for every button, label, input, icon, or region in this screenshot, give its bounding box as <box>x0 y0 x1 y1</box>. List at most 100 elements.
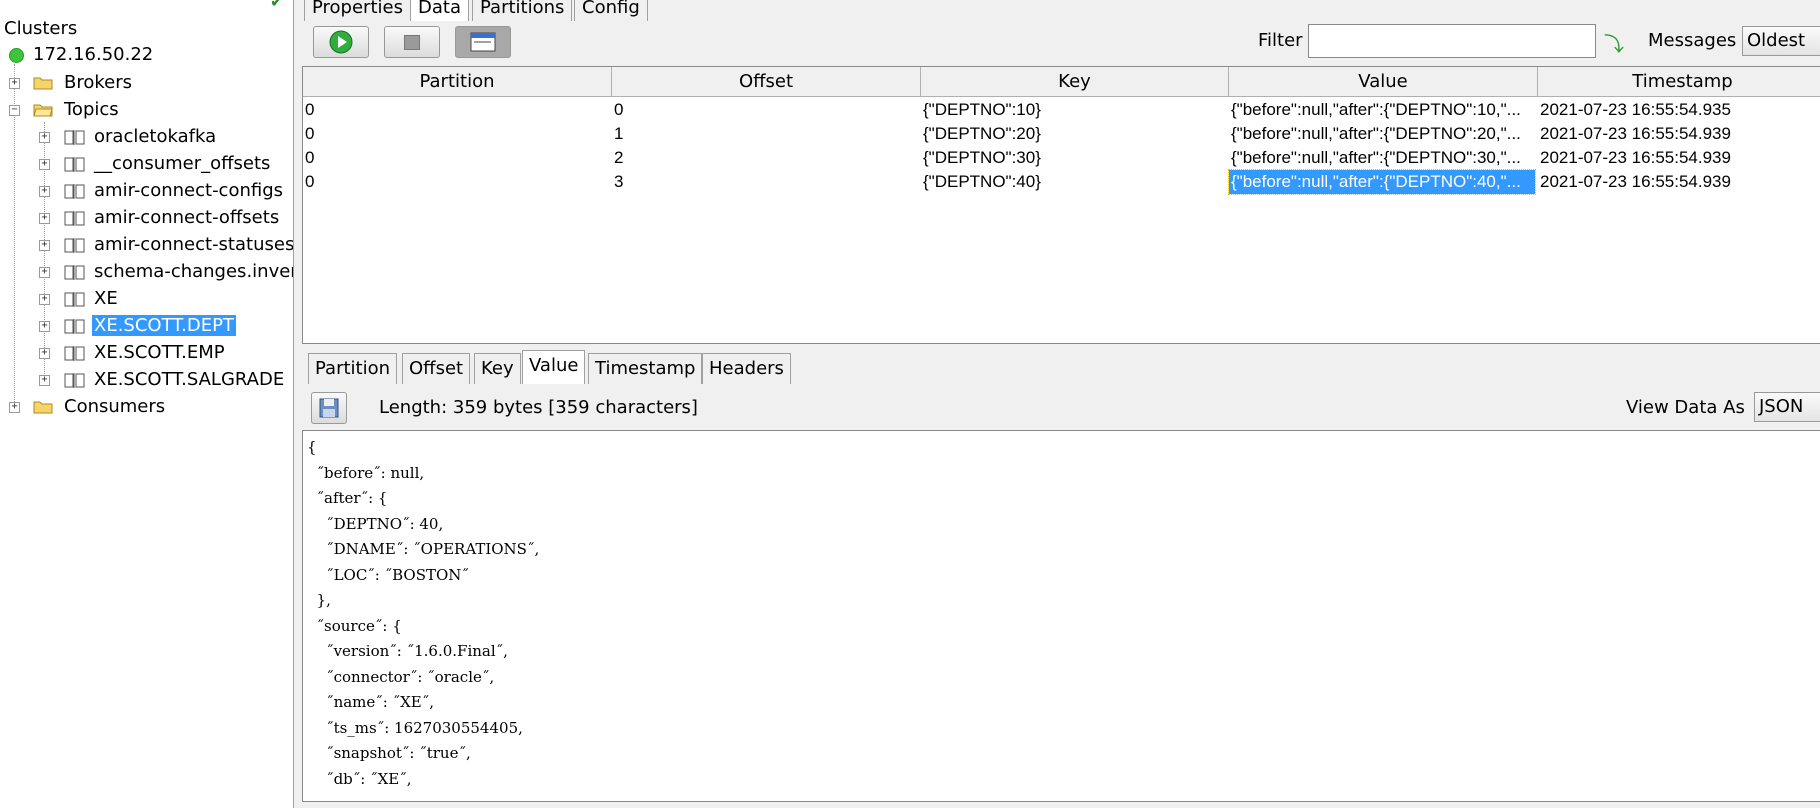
messages-table: Partition Offset Key Value Timestamp 0 0… <box>302 66 1820 344</box>
json-line: }, <box>307 591 331 609</box>
stop-button[interactable] <box>384 26 440 58</box>
topic-book-icon <box>64 265 85 280</box>
tree-item-topics[interactable]: Topics <box>64 97 119 123</box>
tree-item-topic[interactable]: XE.SCOTT.EMP <box>94 340 225 366</box>
json-line: ˝name˝: ˝XE˝, <box>307 693 434 711</box>
topic-book-icon <box>64 292 85 307</box>
tree-item-topic[interactable]: amir-connect-offsets <box>94 205 279 231</box>
tree-item-topic[interactable]: XE <box>94 286 118 312</box>
stop-icon <box>404 35 420 50</box>
expand-icon[interactable]: + <box>39 321 50 332</box>
cell-timestamp: 2021-07-23 16:55:54.939 <box>1540 124 1731 143</box>
save-button[interactable] <box>311 392 347 424</box>
tree-item-cluster[interactable]: 172.16.50.22 <box>33 42 153 68</box>
start-button[interactable] <box>313 26 369 58</box>
folder-icon <box>33 77 53 90</box>
cell-key: {"DEPTNO":40} <box>923 172 1041 191</box>
json-line: ˝DEPTNO˝: 40, <box>307 514 444 533</box>
tree-item-consumers[interactable]: Consumers <box>64 394 165 420</box>
cell-value: {"before":null,"after":{"DEPTNO":30,"... <box>1231 148 1521 167</box>
tree-item-topic-selected[interactable]: XE.SCOTT.DEPT <box>92 313 236 339</box>
cell-key: {"DEPTNO":30} <box>923 148 1041 167</box>
tree-item-topic[interactable]: amir-connect-configs <box>94 178 283 204</box>
tree-item-label: XE.SCOTT.DEPT <box>92 315 236 336</box>
cell-timestamp: 2021-07-23 16:55:54.935 <box>1540 100 1731 119</box>
column-header-value[interactable]: Value <box>1229 67 1538 97</box>
column-header-offset[interactable]: Offset <box>612 67 921 97</box>
topic-book-icon <box>64 346 85 361</box>
tree-item-topic[interactable]: XE.SCOTT.SALGRADE <box>94 367 284 393</box>
json-line: ˝ts_ms˝: 1627030554405, <box>307 718 523 737</box>
cell-value: {"before":null,"after":{"DEPTNO":20,"... <box>1231 124 1521 143</box>
chevron-down-icon[interactable]: ✔ <box>270 0 283 11</box>
tab-properties[interactable]: Properties <box>304 0 411 21</box>
expand-icon[interactable]: + <box>39 267 50 278</box>
tab-partition[interactable]: Partition <box>308 353 398 384</box>
cell-offset: 0 <box>614 100 624 119</box>
expand-icon[interactable]: + <box>39 159 50 170</box>
tree-item-topic[interactable]: __consumer_offsets <box>94 151 270 177</box>
tree-item-topic[interactable]: oracletokafka <box>94 124 216 150</box>
json-line: ˝before˝: null, <box>307 463 425 482</box>
expand-icon[interactable]: + <box>39 186 50 197</box>
expand-icon[interactable]: + <box>39 132 50 143</box>
folder-open-icon <box>33 104 53 117</box>
topic-book-icon <box>64 238 85 253</box>
expand-icon[interactable]: + <box>39 240 50 251</box>
expand-icon[interactable]: + <box>39 348 50 359</box>
cell-timestamp: 2021-07-23 16:55:54.939 <box>1540 148 1731 167</box>
expand-icon[interactable]: + <box>9 402 20 413</box>
json-line: ˝version˝: ˝1.6.0.Final˝, <box>307 642 508 660</box>
json-line: ˝snapshot˝: ˝true˝, <box>307 744 471 762</box>
tab-partitions[interactable]: Partitions <box>472 0 573 21</box>
filter-label: Filter <box>1258 30 1303 51</box>
view-toggle-button[interactable] <box>455 26 511 58</box>
cell-value-selected[interactable]: {"before":null,"after":{"DEPTNO":40,"... <box>1228 169 1536 195</box>
tab-config[interactable]: Config <box>574 0 648 21</box>
column-header-timestamp[interactable]: Timestamp <box>1538 67 1820 97</box>
topic-book-icon <box>64 184 85 199</box>
cell-key: {"DEPTNO":20} <box>923 124 1041 143</box>
tree-item-topic[interactable]: amir-connect-statuses <box>94 232 293 258</box>
json-line: ˝DNAME˝: ˝OPERATIONS˝, <box>307 540 540 558</box>
save-icon <box>319 398 339 418</box>
topic-book-icon <box>64 211 85 226</box>
cell-timestamp: 2021-07-23 16:55:54.939 <box>1540 172 1731 191</box>
view-data-as-label: View Data As <box>1626 397 1745 418</box>
topic-book-icon <box>64 373 85 388</box>
tab-headers[interactable]: Headers <box>702 353 791 384</box>
tab-data[interactable]: Data <box>410 0 469 21</box>
tree-item-topic[interactable]: schema-changes.invent <box>94 259 293 285</box>
cluster-tree: ✔ Clusters 172.16.50.22 + Brokers − Topi… <box>0 0 294 808</box>
tab-offset[interactable]: Offset <box>402 353 471 384</box>
json-viewer[interactable]: { ˝before˝: null, ˝after˝: { ˝DEPTNO˝: 4… <box>302 430 1820 802</box>
folder-icon <box>33 401 53 414</box>
apply-filter-icon[interactable]: ⤵ <box>1604 28 1624 57</box>
tab-timestamp[interactable]: Timestamp <box>588 353 703 384</box>
filter-input[interactable] <box>1308 24 1596 58</box>
tab-value[interactable]: Value <box>522 350 586 384</box>
view-data-as-select[interactable]: JSON <box>1754 392 1820 422</box>
column-header-key[interactable]: Key <box>921 67 1229 97</box>
expand-icon[interactable]: + <box>39 294 50 305</box>
cell-offset: 3 <box>614 172 624 191</box>
cell-offset: 1 <box>614 124 624 143</box>
cell-partition: 0 <box>305 172 315 191</box>
cell-partition: 0 <box>305 100 315 119</box>
cell-offset: 2 <box>614 148 624 167</box>
tree-item-brokers[interactable]: Brokers <box>64 70 132 96</box>
collapse-icon[interactable]: − <box>9 105 20 116</box>
expand-icon[interactable]: + <box>9 78 20 89</box>
expand-icon[interactable]: + <box>39 375 50 386</box>
tree-title: Clusters <box>4 18 78 39</box>
topic-book-icon <box>64 157 85 172</box>
expand-icon[interactable]: + <box>39 213 50 224</box>
column-header-partition[interactable]: Partition <box>303 67 612 97</box>
cell-partition: 0 <box>305 124 315 143</box>
topic-book-icon <box>64 130 85 145</box>
topic-book-icon <box>64 319 85 334</box>
json-line: ˝connector˝: ˝oracle˝, <box>307 667 495 686</box>
messages-label: Messages <box>1648 30 1737 51</box>
tab-key[interactable]: Key <box>474 353 521 384</box>
messages-select[interactable]: Oldest <box>1742 26 1820 56</box>
